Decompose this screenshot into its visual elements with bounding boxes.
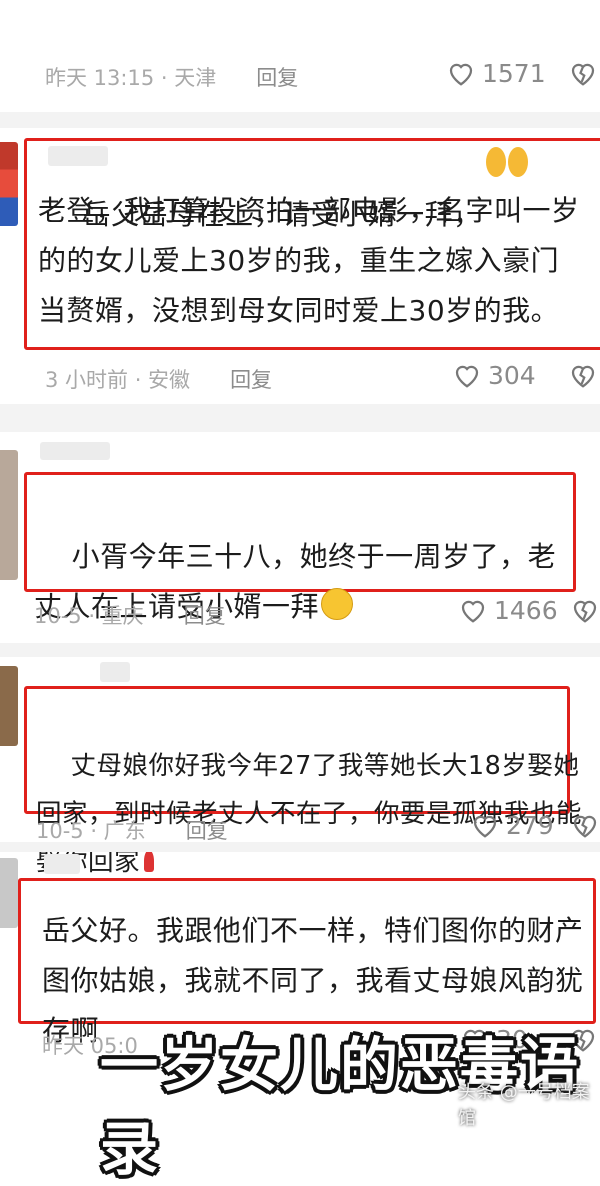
comment-time: 10-5 · 广东 — [36, 819, 146, 843]
comment-meta: 10-5 · 广东 回复 — [36, 815, 228, 845]
avatar — [0, 666, 18, 746]
username — [40, 442, 110, 460]
broken-heart-icon[interactable] — [570, 595, 600, 625]
reply-button[interactable]: 回复 — [230, 364, 272, 394]
broken-heart-icon[interactable] — [568, 58, 598, 88]
separator — [0, 112, 600, 128]
comment-text: 老登，我打算投资拍一部电影，名字叫一岁的的女儿爱上30岁的我，重生之嫁入豪门当赘… — [38, 194, 580, 327]
like-button[interactable]: 279 — [470, 810, 554, 840]
watermark: 头条 @一号档案馆 — [458, 1082, 590, 1129]
comment-time: 10-5 · 重庆 — [34, 604, 144, 628]
avatar — [0, 142, 18, 226]
reply-button[interactable]: 回复 — [184, 600, 226, 630]
comment-1: 岳父岳母在上，请受小婿一拜， 昨天 13:15 · 天津 回复 1571 — [0, 0, 600, 231]
grinning-sweat-emoji-icon — [321, 588, 354, 620]
comment-meta: 昨天 13:15 · 天津 回复 — [45, 62, 298, 92]
heart-icon — [461, 600, 485, 623]
comment-2: 老登，我打算投资拍一部电影，名字叫一岁的的女儿爱上30岁的我，重生之嫁入豪门当赘… — [0, 128, 600, 408]
heart-icon — [473, 815, 497, 838]
like-button[interactable]: 1571 — [446, 58, 546, 88]
like-button[interactable]: 1466 — [458, 595, 558, 625]
heart-icon — [449, 63, 473, 86]
comment-time: 昨天 13:15 · 天津 — [45, 66, 217, 90]
comment-time: 3 小时前 · 安徽 — [45, 368, 191, 392]
comment-3: 小胥今年三十八，她终于一周岁了，老丈人在上请受小婿一拜 10-5 · 重庆 回复… — [0, 440, 600, 645]
separator — [0, 842, 600, 852]
username — [100, 662, 130, 682]
broken-heart-icon[interactable] — [568, 360, 598, 390]
avatar — [0, 450, 18, 580]
comment-4: 丈母娘你好我今年27了我等她长大18岁娶她回家，到时候老丈人不在了，你要是孤独我… — [0, 660, 600, 877]
comment-meta: 10-5 · 重庆 回复 — [34, 600, 226, 630]
like-count: 279 — [506, 810, 554, 840]
username — [44, 854, 80, 874]
reply-button[interactable]: 回复 — [186, 815, 228, 845]
like-count: 304 — [488, 360, 536, 390]
like-count: 1571 — [482, 58, 546, 88]
like-button[interactable]: 304 — [452, 360, 536, 390]
like-count: 1466 — [494, 595, 558, 625]
comment-meta: 3 小时前 · 安徽 回复 — [45, 364, 272, 394]
avatar — [0, 858, 18, 928]
heart-icon — [455, 365, 479, 388]
separator — [0, 643, 600, 657]
separator — [0, 404, 600, 432]
broken-heart-icon[interactable] — [570, 810, 600, 840]
reply-button[interactable]: 回复 — [256, 62, 298, 92]
